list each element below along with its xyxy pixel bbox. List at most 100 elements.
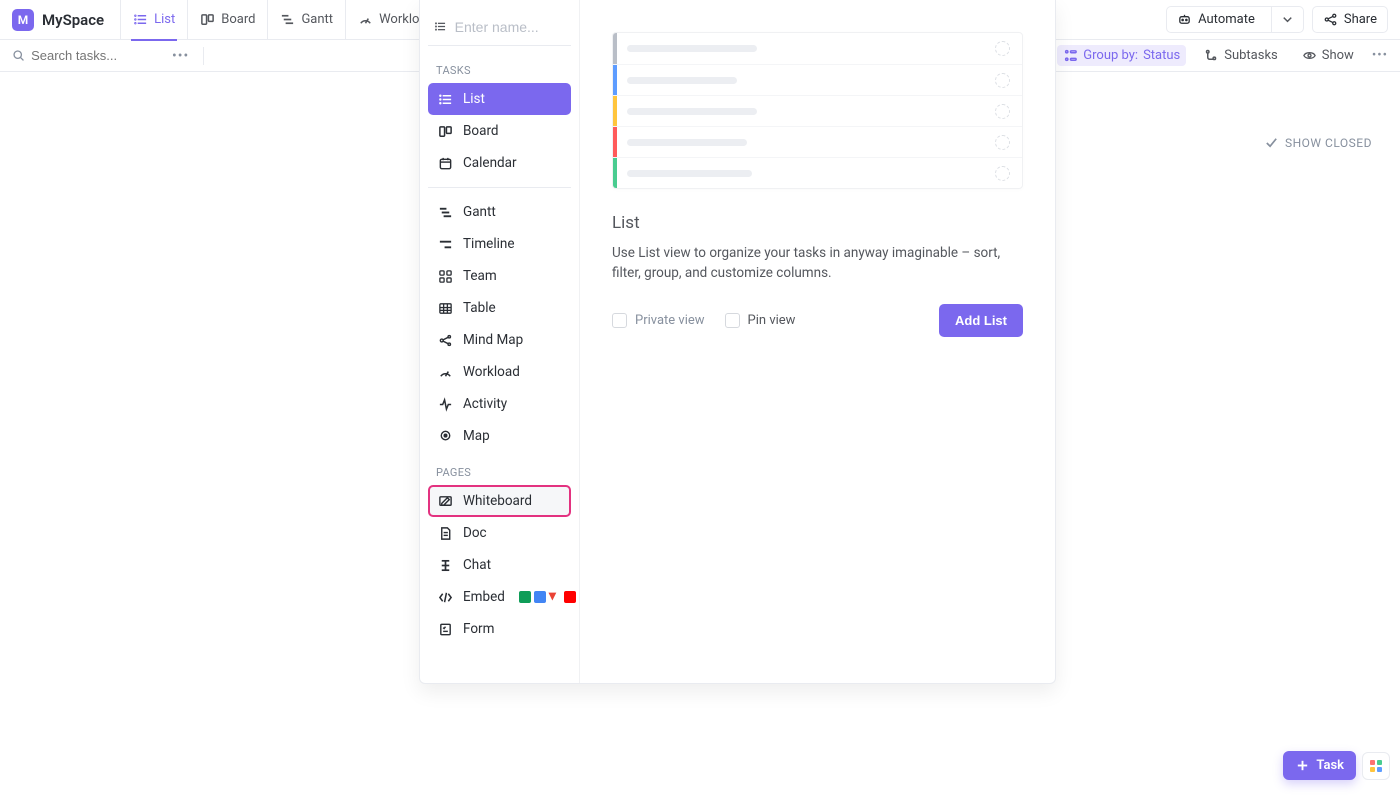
doc-icon (438, 526, 453, 541)
view-option-chat[interactable]: Chat (428, 549, 571, 581)
view-option-whiteboard[interactable]: Whiteboard (428, 485, 571, 517)
automate-button[interactable]: Automate (1166, 6, 1304, 33)
view-option-table[interactable]: Table (428, 292, 571, 324)
whiteboard-icon (438, 494, 453, 509)
space-avatar[interactable]: M (12, 9, 34, 31)
tab-gantt-label: Gantt (301, 12, 333, 27)
view-option-board-label: Board (463, 123, 499, 139)
group-icon (1063, 48, 1078, 63)
view-option-board[interactable]: Board (428, 115, 571, 147)
subtasks-label: Subtasks (1224, 48, 1278, 63)
groupby-value: Status (1143, 48, 1180, 63)
private-view-checkbox[interactable]: Private view (612, 313, 705, 328)
workload-icon (438, 365, 453, 380)
view-option-doc[interactable]: Doc (428, 517, 571, 549)
view-option-mindmap-label: Mind Map (463, 332, 523, 348)
chat-icon (438, 558, 453, 573)
show-label: Show (1322, 48, 1354, 63)
show-closed-toggle[interactable]: SHOW CLOSED (1264, 135, 1372, 150)
form-icon (438, 622, 453, 637)
gantt-icon (280, 12, 295, 27)
view-preview-pane: List Use List view to organize your task… (579, 0, 1055, 683)
subtasks-icon (1204, 48, 1219, 63)
pages-section-label: PAGES (428, 452, 571, 485)
view-option-form[interactable]: Form (428, 613, 571, 645)
chevron-down-icon (1280, 12, 1295, 27)
view-option-workload-label: Workload (463, 364, 520, 380)
plus-icon (1295, 758, 1310, 773)
view-option-embed[interactable]: Embed ▾ (428, 581, 571, 613)
view-option-gantt[interactable]: Gantt (428, 196, 571, 228)
filterbar-more[interactable]: ••• (1372, 48, 1388, 63)
view-option-mindmap[interactable]: Mind Map (428, 324, 571, 356)
top-actions: Automate Share (1166, 6, 1388, 33)
preview-description: Use List view to organize your tasks in … (612, 243, 1023, 284)
view-name-input[interactable] (455, 19, 565, 35)
tab-list[interactable]: List (120, 0, 187, 40)
workload-icon (358, 12, 373, 27)
search-more[interactable]: ••• (172, 48, 189, 64)
view-picker-panel: TASKS List Board Calendar Gantt Timeline… (419, 0, 1056, 684)
timeline-icon (438, 237, 453, 252)
calendar-icon (438, 156, 453, 171)
preview-title: List (612, 213, 1023, 233)
new-task-fab[interactable]: Task (1283, 751, 1356, 780)
subtasks-button[interactable]: Subtasks (1198, 45, 1284, 66)
tab-board-label: Board (221, 12, 255, 27)
view-option-timeline-label: Timeline (463, 236, 515, 252)
space-name[interactable]: MySpace (42, 11, 104, 29)
tab-gantt[interactable]: Gantt (267, 0, 345, 40)
groupby-button[interactable]: Group by: Status (1057, 45, 1186, 66)
search-tasks[interactable] (12, 48, 162, 63)
automate-caret[interactable] (1271, 7, 1303, 32)
view-option-embed-label: Embed (463, 589, 505, 605)
board-icon (438, 124, 453, 139)
search-icon (12, 48, 25, 63)
tab-list-label: List (154, 12, 175, 27)
add-list-button[interactable]: Add List (939, 304, 1023, 337)
view-option-list[interactable]: List (428, 83, 571, 115)
view-option-form-label: Form (463, 621, 494, 637)
tab-board[interactable]: Board (187, 0, 267, 40)
view-option-timeline[interactable]: Timeline (428, 228, 571, 260)
view-tabs: List Board Gantt Workload (120, 0, 446, 40)
search-input[interactable] (31, 48, 162, 63)
view-option-gantt-label: Gantt (463, 204, 496, 220)
table-icon (438, 301, 453, 316)
list-icon (438, 92, 453, 107)
share-button[interactable]: Share (1312, 6, 1388, 33)
view-option-map[interactable]: Map (428, 420, 571, 452)
preview-actions: Private view Pin view Add List (612, 304, 1023, 337)
apps-icon (1370, 760, 1382, 772)
view-option-calendar-label: Calendar (463, 155, 517, 171)
map-icon (438, 429, 453, 444)
activity-icon (438, 397, 453, 412)
tasks-section-label: TASKS (428, 50, 571, 83)
team-icon (438, 269, 453, 284)
list-icon (133, 12, 148, 27)
view-picker-sidebar: TASKS List Board Calendar Gantt Timeline… (420, 0, 579, 683)
embed-icon (438, 590, 453, 605)
preview-illustration (612, 32, 1023, 189)
view-option-team-label: Team (463, 268, 497, 284)
private-view-label: Private view (635, 313, 705, 328)
share-label: Share (1344, 12, 1377, 27)
pin-view-label: Pin view (748, 313, 796, 328)
new-task-label: Task (1316, 758, 1344, 773)
view-option-doc-label: Doc (463, 525, 487, 541)
show-button[interactable]: Show (1296, 45, 1360, 66)
pin-view-checkbox[interactable]: Pin view (725, 313, 796, 328)
mindmap-icon (438, 333, 453, 348)
embed-app-icons: ▾ (519, 591, 576, 603)
view-option-activity-label: Activity (463, 396, 507, 412)
automate-label: Automate (1198, 12, 1255, 27)
view-name-row (428, 8, 571, 46)
apps-launcher[interactable] (1362, 752, 1390, 780)
view-option-calendar[interactable]: Calendar (428, 147, 571, 179)
view-option-table-label: Table (463, 300, 496, 316)
view-option-activity[interactable]: Activity (428, 388, 571, 420)
eye-icon (1302, 48, 1317, 63)
view-option-team[interactable]: Team (428, 260, 571, 292)
view-option-workload[interactable]: Workload (428, 356, 571, 388)
groupby-label: Group by: (1083, 48, 1138, 63)
